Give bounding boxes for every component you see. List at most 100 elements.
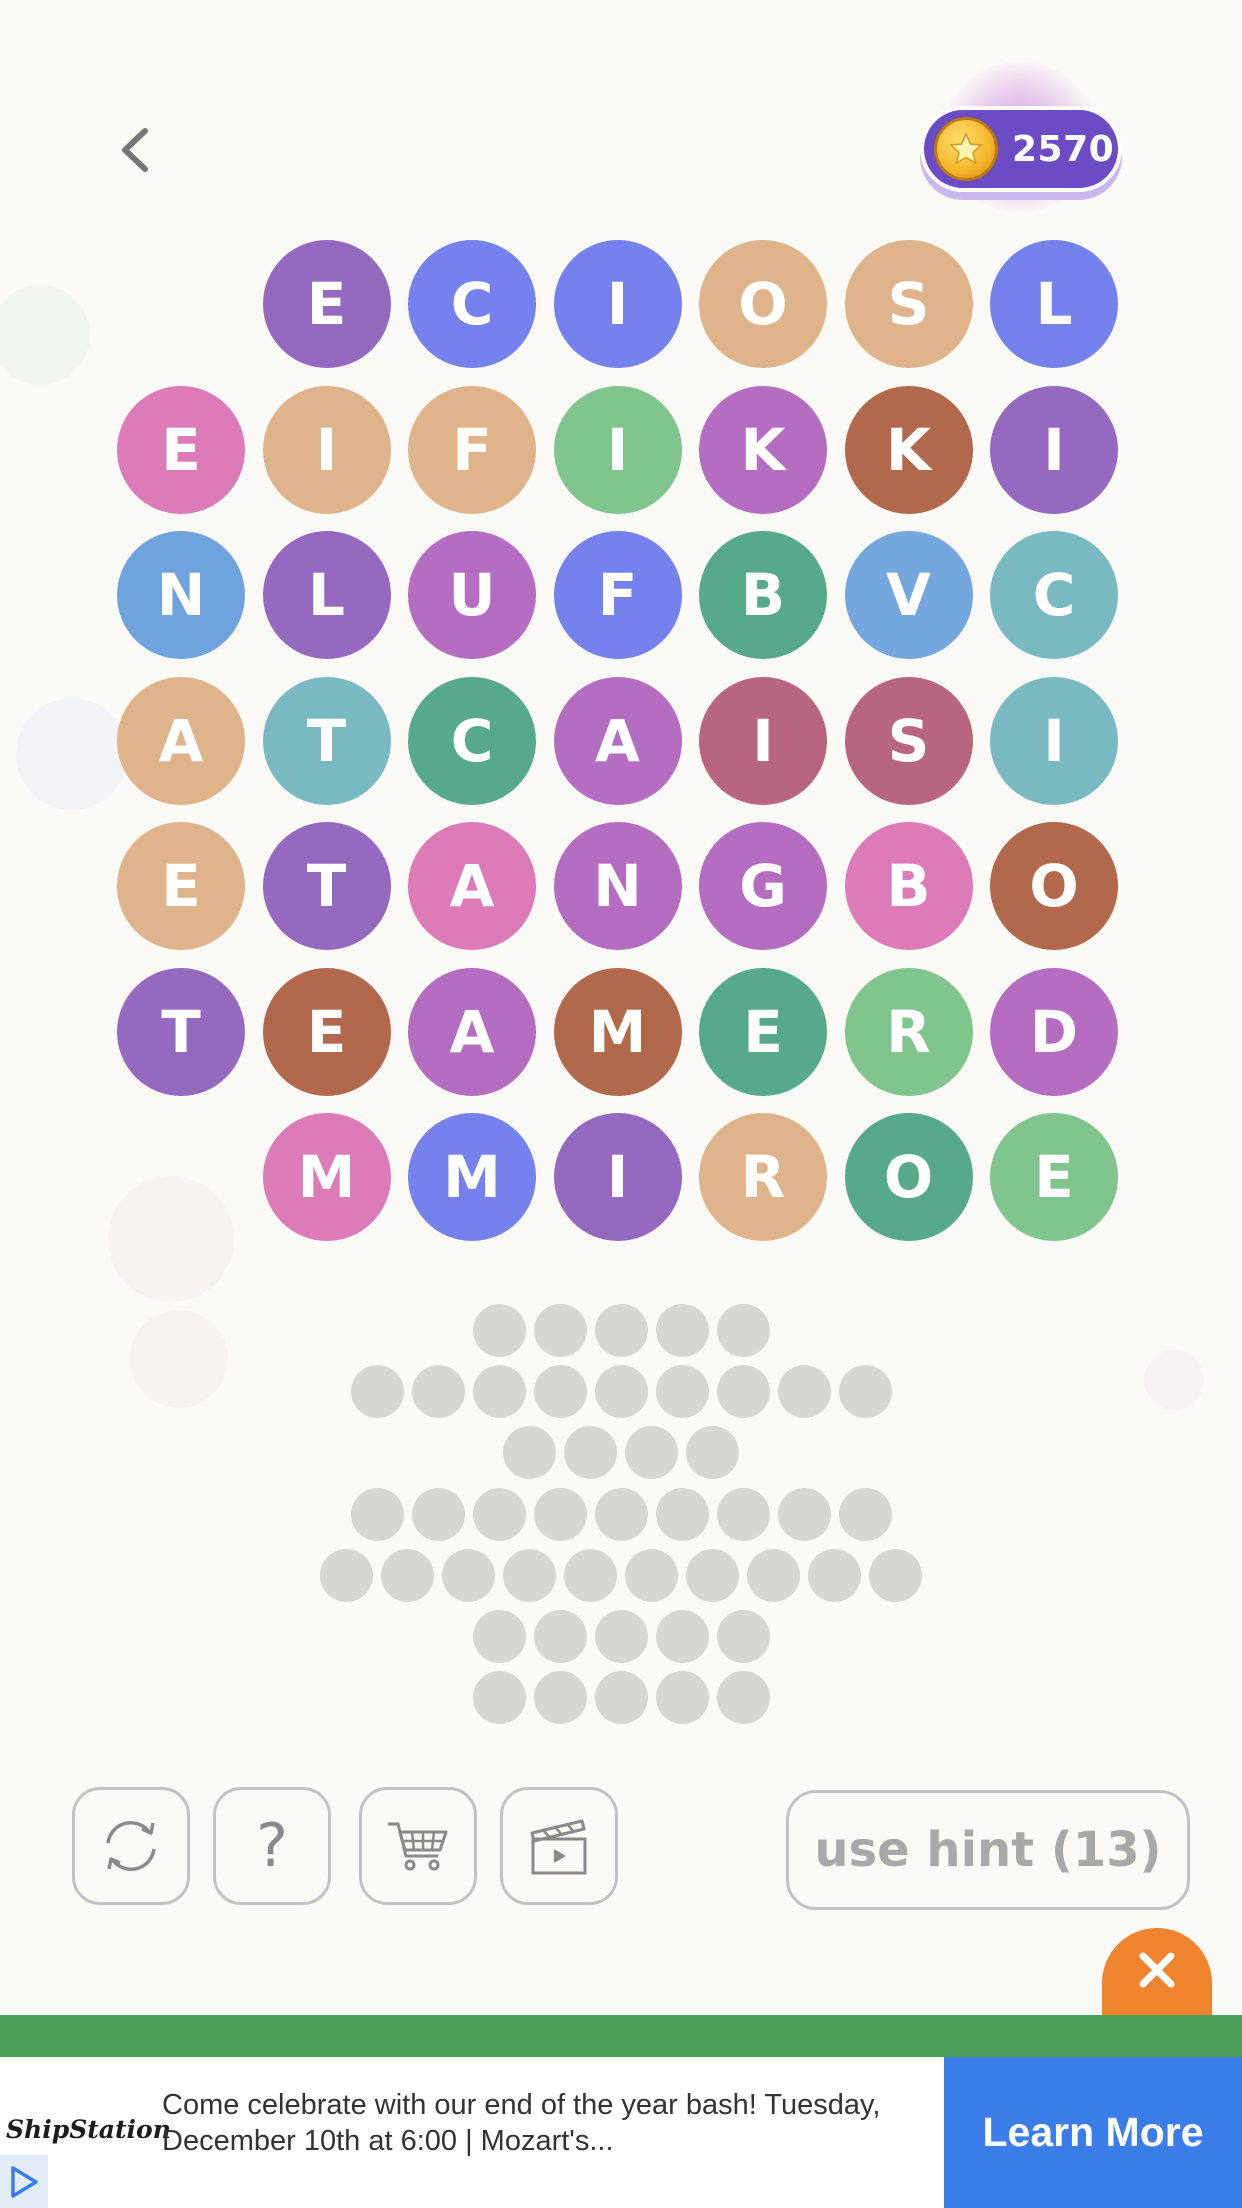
letter-tile[interactable]: A bbox=[117, 676, 245, 805]
background-bubble bbox=[1144, 1350, 1204, 1410]
letter-tile[interactable]: C bbox=[408, 676, 536, 805]
letter-tile[interactable]: U bbox=[408, 531, 536, 659]
back-button[interactable] bbox=[100, 110, 170, 190]
letter-tile[interactable]: I bbox=[990, 385, 1118, 514]
answer-slot bbox=[716, 1610, 770, 1663]
answer-slot bbox=[594, 1671, 648, 1725]
answer-slot bbox=[655, 1671, 709, 1725]
answer-slot bbox=[411, 1365, 465, 1419]
star-coin-icon bbox=[934, 117, 998, 181]
video-clapperboard-icon bbox=[530, 1819, 587, 1875]
letter-tile[interactable]: B bbox=[844, 822, 973, 950]
letter-tile[interactable]: B bbox=[699, 531, 827, 659]
letter-tile[interactable]: G bbox=[699, 822, 827, 950]
answer-slot bbox=[472, 1304, 526, 1357]
answer-slot bbox=[686, 1426, 739, 1480]
letter-tile[interactable]: L bbox=[262, 531, 391, 659]
ad-choices-play-icon[interactable] bbox=[0, 2155, 48, 2208]
letter-tile[interactable]: M bbox=[553, 967, 682, 1096]
background-bubble bbox=[108, 1176, 234, 1302]
watch-video-button[interactable] bbox=[500, 1787, 618, 1905]
answer-slot bbox=[533, 1304, 587, 1357]
letter-tile[interactable]: A bbox=[408, 822, 536, 950]
answer-slot bbox=[350, 1365, 404, 1419]
letter-tile[interactable]: V bbox=[844, 531, 973, 659]
letter-tile[interactable]: M bbox=[408, 1113, 536, 1241]
letter-tile[interactable]: R bbox=[844, 967, 973, 1096]
answer-slot bbox=[838, 1487, 892, 1541]
answer-slot bbox=[777, 1487, 831, 1541]
answer-slot bbox=[411, 1487, 465, 1541]
letter-tile[interactable]: O bbox=[844, 1113, 973, 1241]
answer-slot bbox=[533, 1610, 587, 1663]
answer-slot bbox=[472, 1671, 526, 1725]
letter-tile[interactable]: F bbox=[408, 385, 536, 514]
letter-tile[interactable]: K bbox=[699, 385, 827, 514]
letter-tile[interactable]: A bbox=[553, 676, 682, 805]
letter-tile[interactable]: D bbox=[990, 967, 1118, 1096]
coin-pill[interactable]: 2570 bbox=[920, 106, 1122, 192]
answer-slot bbox=[472, 1487, 526, 1541]
answer-slot bbox=[625, 1548, 678, 1602]
letter-tile[interactable]: N bbox=[553, 822, 682, 950]
answer-slot bbox=[686, 1548, 739, 1602]
ad-text[interactable]: Come celebrate with our end of the year … bbox=[162, 2087, 922, 2159]
help-button[interactable]: ? bbox=[213, 1787, 331, 1905]
letter-tile[interactable]: E bbox=[117, 822, 245, 950]
answer-slot bbox=[564, 1426, 617, 1480]
answer-slot bbox=[869, 1548, 922, 1602]
letter-tile[interactable]: L bbox=[990, 240, 1118, 368]
letter-tile[interactable]: E bbox=[262, 240, 391, 368]
letter-tile[interactable]: I bbox=[553, 240, 682, 368]
answer-slot bbox=[442, 1548, 495, 1602]
letter-tile[interactable]: S bbox=[844, 240, 973, 368]
letter-tile[interactable]: T bbox=[262, 822, 391, 950]
close-icon bbox=[1139, 1952, 1175, 1988]
letter-tile[interactable]: R bbox=[699, 1113, 827, 1241]
shop-button[interactable] bbox=[359, 1787, 477, 1905]
letter-tile[interactable]: I bbox=[553, 385, 682, 514]
answer-slot bbox=[655, 1487, 709, 1541]
letter-tile[interactable]: O bbox=[990, 822, 1118, 950]
letter-tile[interactable]: T bbox=[117, 967, 245, 1096]
letter-tile[interactable]: F bbox=[553, 531, 682, 659]
letter-tile[interactable]: I bbox=[262, 385, 391, 514]
ad-banner[interactable]: ShipStation Come celebrate with our end … bbox=[0, 2057, 1242, 2208]
letter-tile[interactable]: E bbox=[990, 1113, 1118, 1241]
letter-tile[interactable]: A bbox=[408, 967, 536, 1096]
shuffle-icon bbox=[106, 1820, 156, 1872]
letter-tile[interactable]: C bbox=[990, 531, 1118, 659]
letter-tile[interactable]: M bbox=[262, 1113, 391, 1241]
answer-slot bbox=[655, 1610, 709, 1663]
use-hint-button[interactable]: use hint (13) bbox=[786, 1790, 1190, 1910]
answer-slot bbox=[716, 1487, 770, 1541]
letter-tile[interactable]: K bbox=[844, 385, 973, 514]
letter-tile[interactable]: E bbox=[699, 967, 827, 1096]
letter-tile[interactable]: E bbox=[262, 967, 391, 1096]
answer-slot bbox=[472, 1365, 526, 1419]
letter-tile[interactable]: T bbox=[262, 676, 391, 805]
coin-counter[interactable]: 2570 bbox=[920, 62, 1130, 212]
letter-tile[interactable]: I bbox=[553, 1113, 682, 1241]
answer-slot bbox=[503, 1548, 556, 1602]
letter-tile[interactable]: S bbox=[844, 676, 973, 805]
letter-tile[interactable]: N bbox=[117, 531, 245, 659]
answer-slot bbox=[533, 1365, 587, 1419]
answer-slot bbox=[716, 1304, 770, 1357]
answer-slot bbox=[503, 1426, 556, 1480]
letter-tile[interactable]: C bbox=[408, 240, 536, 368]
answer-slot bbox=[655, 1365, 709, 1419]
letter-tile[interactable]: E bbox=[117, 385, 245, 514]
letter-tile[interactable]: I bbox=[699, 676, 827, 805]
letter-tile[interactable]: I bbox=[990, 676, 1118, 805]
letter-tile[interactable]: O bbox=[699, 240, 827, 368]
background-bubble bbox=[130, 1310, 228, 1408]
answer-slot bbox=[625, 1426, 678, 1480]
answer-slot bbox=[350, 1487, 404, 1541]
background-bubble bbox=[0, 285, 90, 385]
answer-slot bbox=[472, 1610, 526, 1663]
learn-more-button[interactable]: Learn More bbox=[944, 2057, 1242, 2208]
answer-slot bbox=[594, 1365, 648, 1419]
answer-slot bbox=[594, 1610, 648, 1663]
shuffle-button[interactable] bbox=[72, 1787, 190, 1905]
